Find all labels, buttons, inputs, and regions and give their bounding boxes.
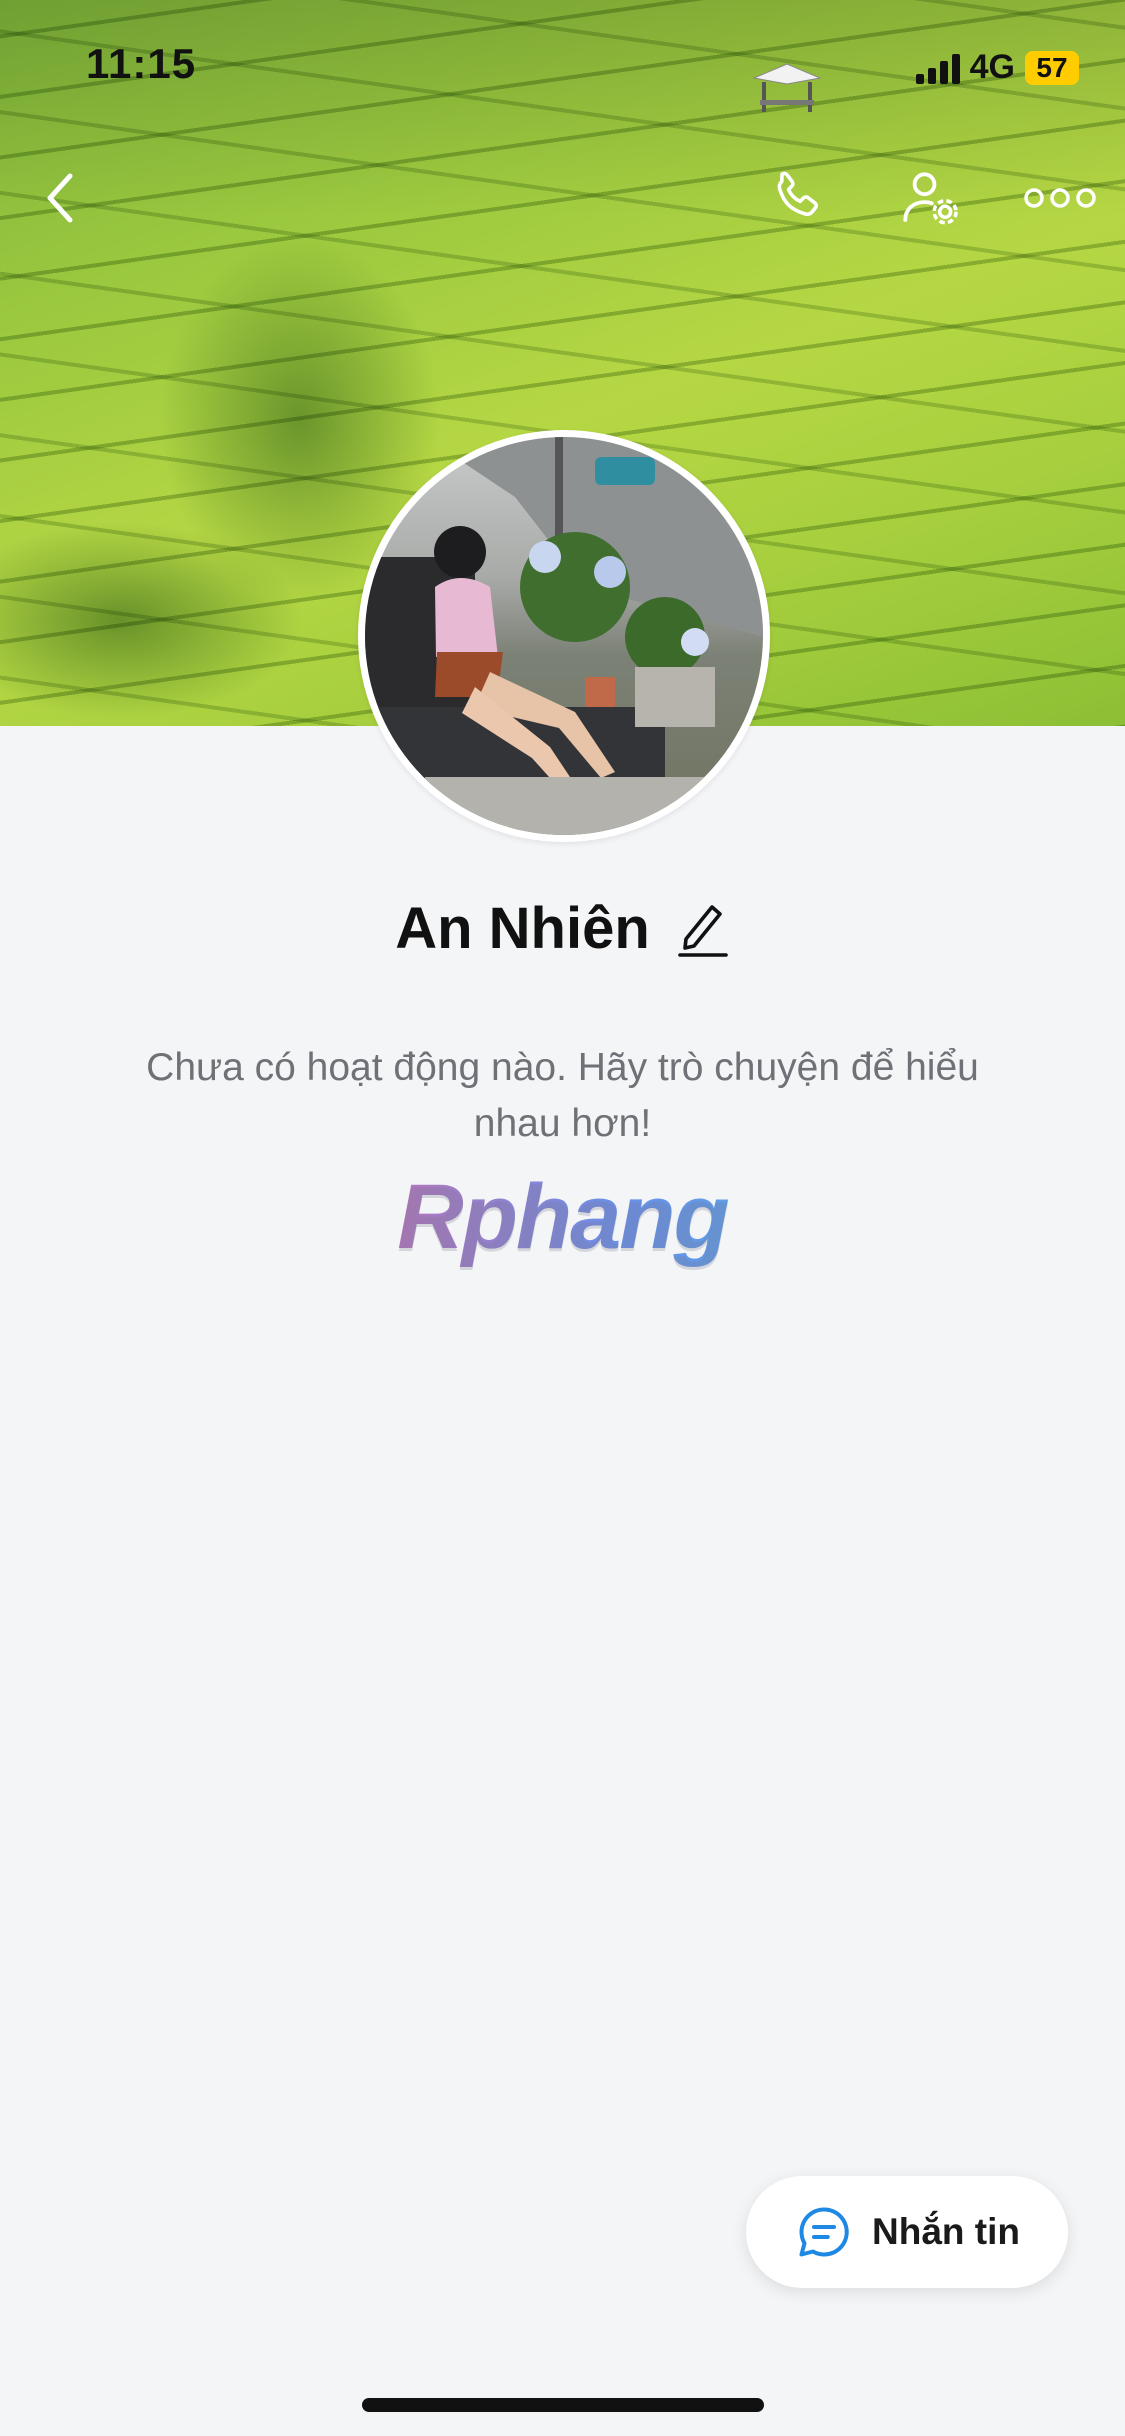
more-button[interactable] bbox=[1020, 158, 1100, 238]
chat-icon bbox=[799, 2207, 849, 2257]
hut-graphic bbox=[752, 63, 822, 112]
avatar[interactable] bbox=[358, 430, 770, 842]
more-icon bbox=[1024, 188, 1096, 208]
call-button[interactable] bbox=[756, 158, 836, 238]
signal-icon bbox=[915, 52, 960, 84]
empty-activity-message: Chưa có hoạt động nào. Hãy trò chuyện để… bbox=[146, 1046, 979, 1145]
edit-icon[interactable] bbox=[674, 899, 730, 959]
status-time: 11:15 bbox=[86, 40, 197, 87]
profile-settings-button[interactable] bbox=[890, 158, 970, 238]
user-settings-icon bbox=[903, 172, 958, 225]
profile-name: An Nhiên bbox=[395, 896, 650, 961]
send-message-label: Nhắn tin bbox=[872, 2211, 1020, 2252]
send-message-button[interactable]: Nhắn tin bbox=[746, 2176, 1068, 2288]
home-indicator[interactable] bbox=[362, 2398, 764, 2412]
watermark-logo: Rphang bbox=[0, 1165, 1125, 1270]
back-button[interactable] bbox=[20, 158, 100, 238]
profile-name-row: An Nhiên bbox=[0, 895, 1125, 962]
status-indicators: 4G 57 bbox=[915, 48, 1079, 87]
phone-icon bbox=[777, 171, 818, 217]
network-type: 4G bbox=[969, 48, 1015, 86]
battery-icon: 57 bbox=[1025, 50, 1079, 85]
avatar-photo bbox=[365, 437, 763, 835]
back-icon bbox=[47, 173, 73, 223]
avatar-illustration bbox=[365, 437, 763, 835]
